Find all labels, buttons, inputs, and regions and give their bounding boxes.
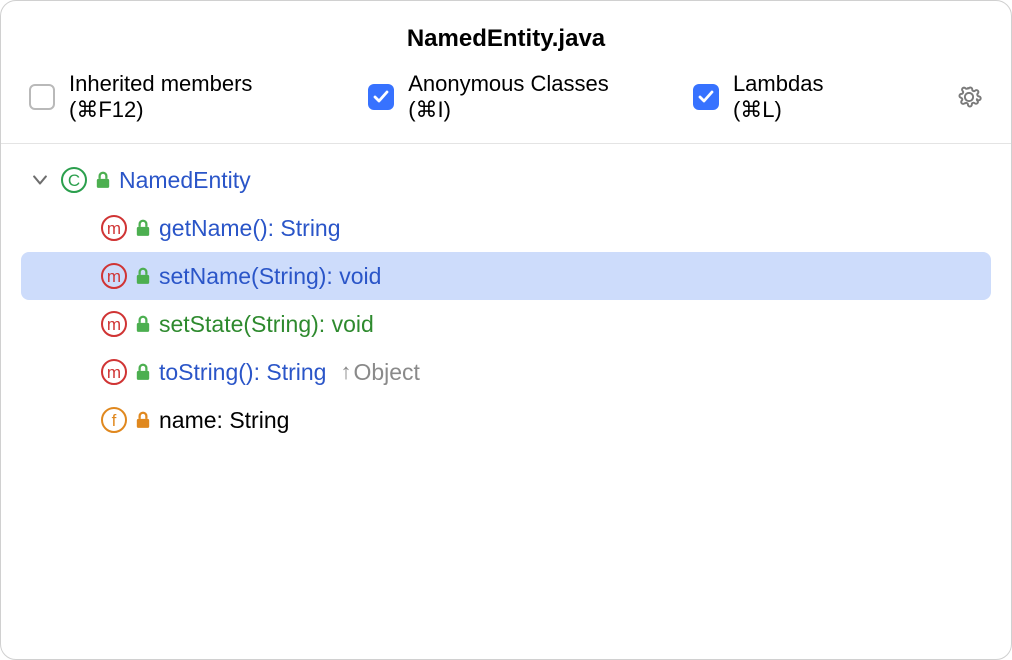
tree-node-method[interactable]: m getName(): String [1,204,1011,252]
tree-node-class[interactable]: C NamedEntity [1,156,1011,204]
package-visibility-icon [135,315,151,333]
tree-node-method[interactable]: m setName(String): void [21,252,991,300]
inherited-members-label: Inherited members (⌘F12) [69,71,328,123]
private-visibility-icon [135,411,151,429]
field-icon: f [101,407,127,433]
tree-node-method[interactable]: m toString(): String ↑Object [1,348,1011,396]
override-origin: ↑Object [340,359,419,386]
gear-icon [956,84,982,110]
toolbar: Inherited members (⌘F12) Anonymous Class… [1,71,1011,144]
method-signature: setState(String): void [159,311,374,338]
class-name: NamedEntity [119,167,251,194]
anonymous-classes-checkbox[interactable]: Anonymous Classes (⌘I) [368,71,653,123]
structure-popup: NamedEntity.java Inherited members (⌘F12… [0,0,1012,660]
window-title: NamedEntity.java [1,1,1011,71]
chevron-down-icon [33,173,47,187]
settings-button[interactable] [955,83,983,111]
package-visibility-icon [95,171,111,189]
package-visibility-icon [135,219,151,237]
checkbox-checked-icon [368,84,394,110]
method-signature: toString(): String [159,359,326,386]
package-visibility-icon [135,363,151,381]
method-icon: m [101,263,127,289]
inherited-members-checkbox[interactable]: Inherited members (⌘F12) [29,71,328,123]
tree-node-field[interactable]: f name: String [1,396,1011,444]
lambdas-checkbox[interactable]: Lambdas (⌘L) [693,71,876,123]
checkbox-unchecked-icon [29,84,55,110]
package-visibility-icon [135,267,151,285]
field-signature: name: String [159,407,289,434]
lambdas-label: Lambdas (⌘L) [733,71,876,123]
anonymous-classes-label: Anonymous Classes (⌘I) [408,71,653,123]
arrow-up-icon: ↑ [340,361,351,383]
checkbox-checked-icon [693,84,719,110]
method-signature: getName(): String [159,215,341,242]
expand-arrow[interactable] [29,169,51,191]
structure-tree[interactable]: C NamedEntity m getName(): String [1,144,1011,659]
method-icon: m [101,215,127,241]
method-icon: m [101,359,127,385]
tree-node-method[interactable]: m setState(String): void [1,300,1011,348]
method-signature: setName(String): void [159,263,381,290]
class-icon: C [61,167,87,193]
method-icon: m [101,311,127,337]
